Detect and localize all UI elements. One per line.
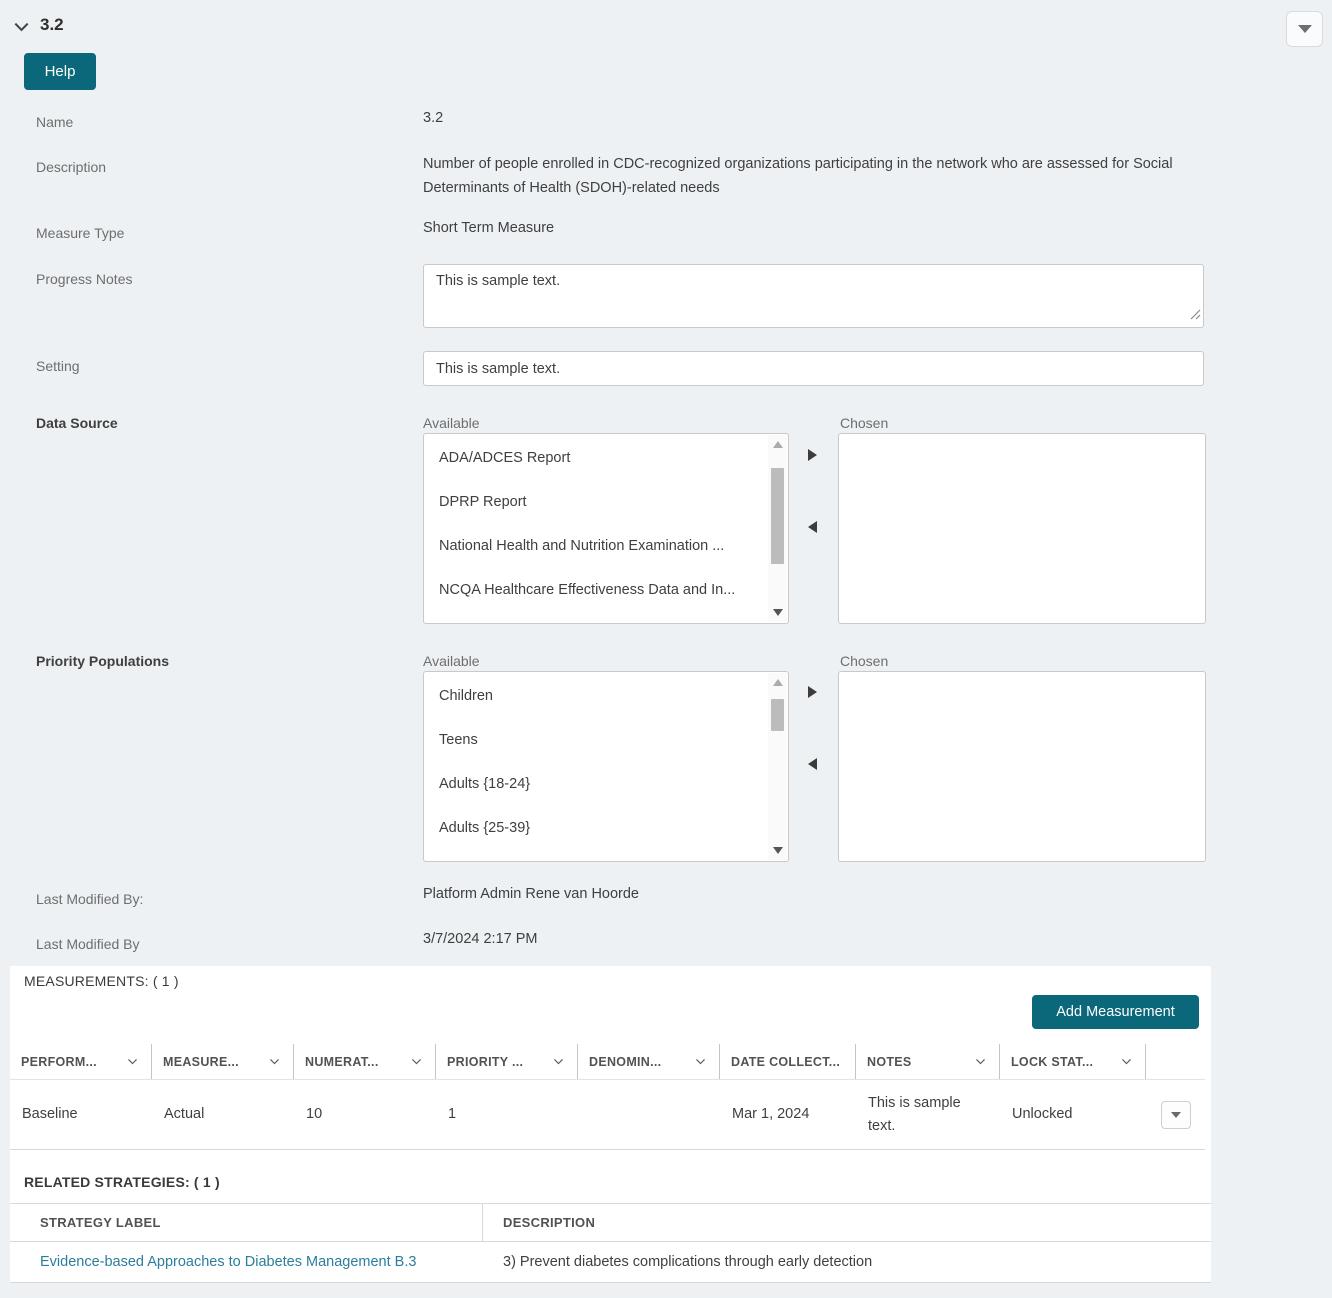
last-modified-by-label: Last Modified By: xyxy=(36,891,143,907)
priority-cell: 1 xyxy=(436,1080,578,1149)
scrollbar[interactable] xyxy=(768,673,787,860)
last-modified-date-value: 3/7/2024 2:17 PM xyxy=(423,931,537,947)
scroll-up-icon[interactable] xyxy=(773,441,783,448)
column-header-performance[interactable]: PERFORM... xyxy=(10,1044,152,1079)
chevron-down-icon[interactable] xyxy=(974,1055,987,1068)
column-header-description: DESCRIPTION xyxy=(483,1204,1211,1241)
column-header-date-collected[interactable]: DATE COLLECT... xyxy=(720,1044,856,1079)
last-modified-by-value: Platform Admin Rene van Hoorde xyxy=(423,886,639,902)
measurement-row: Baseline Actual 10 1 Mar 1, 2024 This is… xyxy=(10,1080,1205,1150)
list-option[interactable]: Teens xyxy=(424,718,788,762)
measure-type-label: Measure Type xyxy=(36,225,124,241)
add-measurement-button[interactable]: Add Measurement xyxy=(1032,995,1199,1029)
move-left-icon[interactable] xyxy=(808,521,817,533)
chevron-down-icon[interactable] xyxy=(694,1055,707,1068)
column-header-priority[interactable]: PRIORITY ... xyxy=(436,1044,578,1079)
list-option[interactable]: National Health and Nutrition Examinatio… xyxy=(424,524,788,568)
related-strategies-section-title: RELATED STRATEGIES: ( 1 ) xyxy=(24,1174,220,1190)
chevron-down-icon[interactable] xyxy=(552,1055,565,1068)
measure-type-value: Short Term Measure xyxy=(423,220,554,236)
strategy-description-cell: 3) Prevent diabetes complications throug… xyxy=(483,1254,1211,1270)
scroll-up-icon[interactable] xyxy=(773,679,783,686)
list-option[interactable]: NCQA Healthcare Effectiveness Data and I… xyxy=(424,568,788,612)
related-strategy-row: Evidence-based Approaches to Diabetes Ma… xyxy=(10,1242,1211,1283)
resize-handle-icon[interactable] xyxy=(1190,307,1201,325)
row-actions-button[interactable] xyxy=(1161,1101,1191,1129)
chevron-down-icon[interactable] xyxy=(410,1055,423,1068)
scrollbar[interactable] xyxy=(768,435,787,622)
list-option[interactable]: Adults {25-39} xyxy=(424,806,788,850)
priority-populations-chosen-listbox[interactable] xyxy=(838,671,1206,862)
related-strategies-table-header: STRATEGY LABEL DESCRIPTION xyxy=(10,1203,1211,1242)
priority-populations-label: Priority Populations xyxy=(36,653,169,669)
page-title: 3.2 xyxy=(40,15,64,35)
name-value: 3.2 xyxy=(423,110,443,126)
name-label: Name xyxy=(36,114,73,130)
description-label: Description xyxy=(36,159,106,175)
measurements-panel: MEASUREMENTS: ( 1 ) Add Measurement PERF… xyxy=(10,966,1211,1283)
chevron-down-icon[interactable] xyxy=(1120,1055,1133,1068)
progress-notes-field: This is sample text. xyxy=(423,264,1204,328)
data-source-available-label: Available xyxy=(423,415,480,431)
list-option[interactable]: Children xyxy=(424,674,788,718)
data-source-available-listbox[interactable]: ADA/ADCES Report DPRP Report National He… xyxy=(423,433,789,624)
column-header-numerator[interactable]: NUMERAT... xyxy=(294,1044,436,1079)
move-left-icon[interactable] xyxy=(808,758,817,770)
denominator-cell xyxy=(578,1080,720,1149)
data-source-chosen-listbox[interactable] xyxy=(838,433,1206,624)
caret-down-icon xyxy=(1171,1112,1181,1118)
numerator-cell: 10 xyxy=(294,1080,436,1149)
column-header-lock-status[interactable]: LOCK STAT... xyxy=(1000,1044,1146,1079)
chevron-down-icon[interactable] xyxy=(126,1055,139,1068)
column-header-actions xyxy=(1146,1044,1205,1079)
section-menu-button[interactable] xyxy=(1286,11,1323,47)
setting-label: Setting xyxy=(36,358,80,374)
column-header-denominator[interactable]: DENOMIN... xyxy=(578,1044,720,1079)
performance-cell: Baseline xyxy=(10,1080,152,1149)
measurements-section-title: MEASUREMENTS: ( 1 ) xyxy=(24,973,179,989)
setting-input[interactable] xyxy=(423,351,1204,386)
scrollbar-thumb[interactable] xyxy=(771,699,784,731)
scroll-down-icon[interactable] xyxy=(773,847,783,854)
chevron-down-icon[interactable] xyxy=(268,1055,281,1068)
help-button[interactable]: Help xyxy=(24,53,96,90)
column-header-notes[interactable]: NOTES xyxy=(856,1044,1000,1079)
caret-down-icon xyxy=(1298,25,1312,33)
measure-cell: Actual xyxy=(152,1080,294,1149)
move-right-icon[interactable] xyxy=(808,686,817,698)
column-header-strategy-label: STRATEGY LABEL xyxy=(10,1204,483,1241)
column-header-measure[interactable]: MEASURE... xyxy=(152,1044,294,1079)
list-option[interactable]: ADA/ADCES Report xyxy=(424,436,788,480)
progress-notes-label: Progress Notes xyxy=(36,271,132,287)
description-value: Number of people enrolled in CDC-recogni… xyxy=(423,152,1213,200)
scrollbar-thumb[interactable] xyxy=(771,468,784,564)
data-source-label: Data Source xyxy=(36,415,118,431)
progress-notes-textarea[interactable]: This is sample text. xyxy=(423,264,1204,328)
priority-populations-available-listbox[interactable]: Children Teens Adults {18-24} Adults {25… xyxy=(423,671,789,862)
data-source-chosen-label: Chosen xyxy=(840,415,888,431)
date-collected-cell: Mar 1, 2024 xyxy=(720,1080,856,1149)
priority-populations-available-label: Available xyxy=(423,653,480,669)
collapse-section-icon[interactable] xyxy=(12,18,31,41)
measurements-table-header: PERFORM... MEASURE... NUMERAT... PRIORIT… xyxy=(10,1044,1205,1080)
list-option[interactable]: DPRP Report xyxy=(424,480,788,524)
move-right-icon[interactable] xyxy=(808,449,817,461)
list-option[interactable]: Adults {18-24} xyxy=(424,762,788,806)
strategy-link[interactable]: Evidence-based Approaches to Diabetes Ma… xyxy=(40,1254,416,1270)
priority-populations-chosen-label: Chosen xyxy=(840,653,888,669)
lock-status-cell: Unlocked xyxy=(1000,1080,1146,1149)
scroll-down-icon[interactable] xyxy=(773,609,783,616)
strategy-label-cell: Evidence-based Approaches to Diabetes Ma… xyxy=(10,1253,483,1271)
notes-cell: This is sample text. xyxy=(856,1080,1000,1149)
row-actions-cell xyxy=(1146,1080,1205,1149)
last-modified-date-label: Last Modified By xyxy=(36,936,140,952)
